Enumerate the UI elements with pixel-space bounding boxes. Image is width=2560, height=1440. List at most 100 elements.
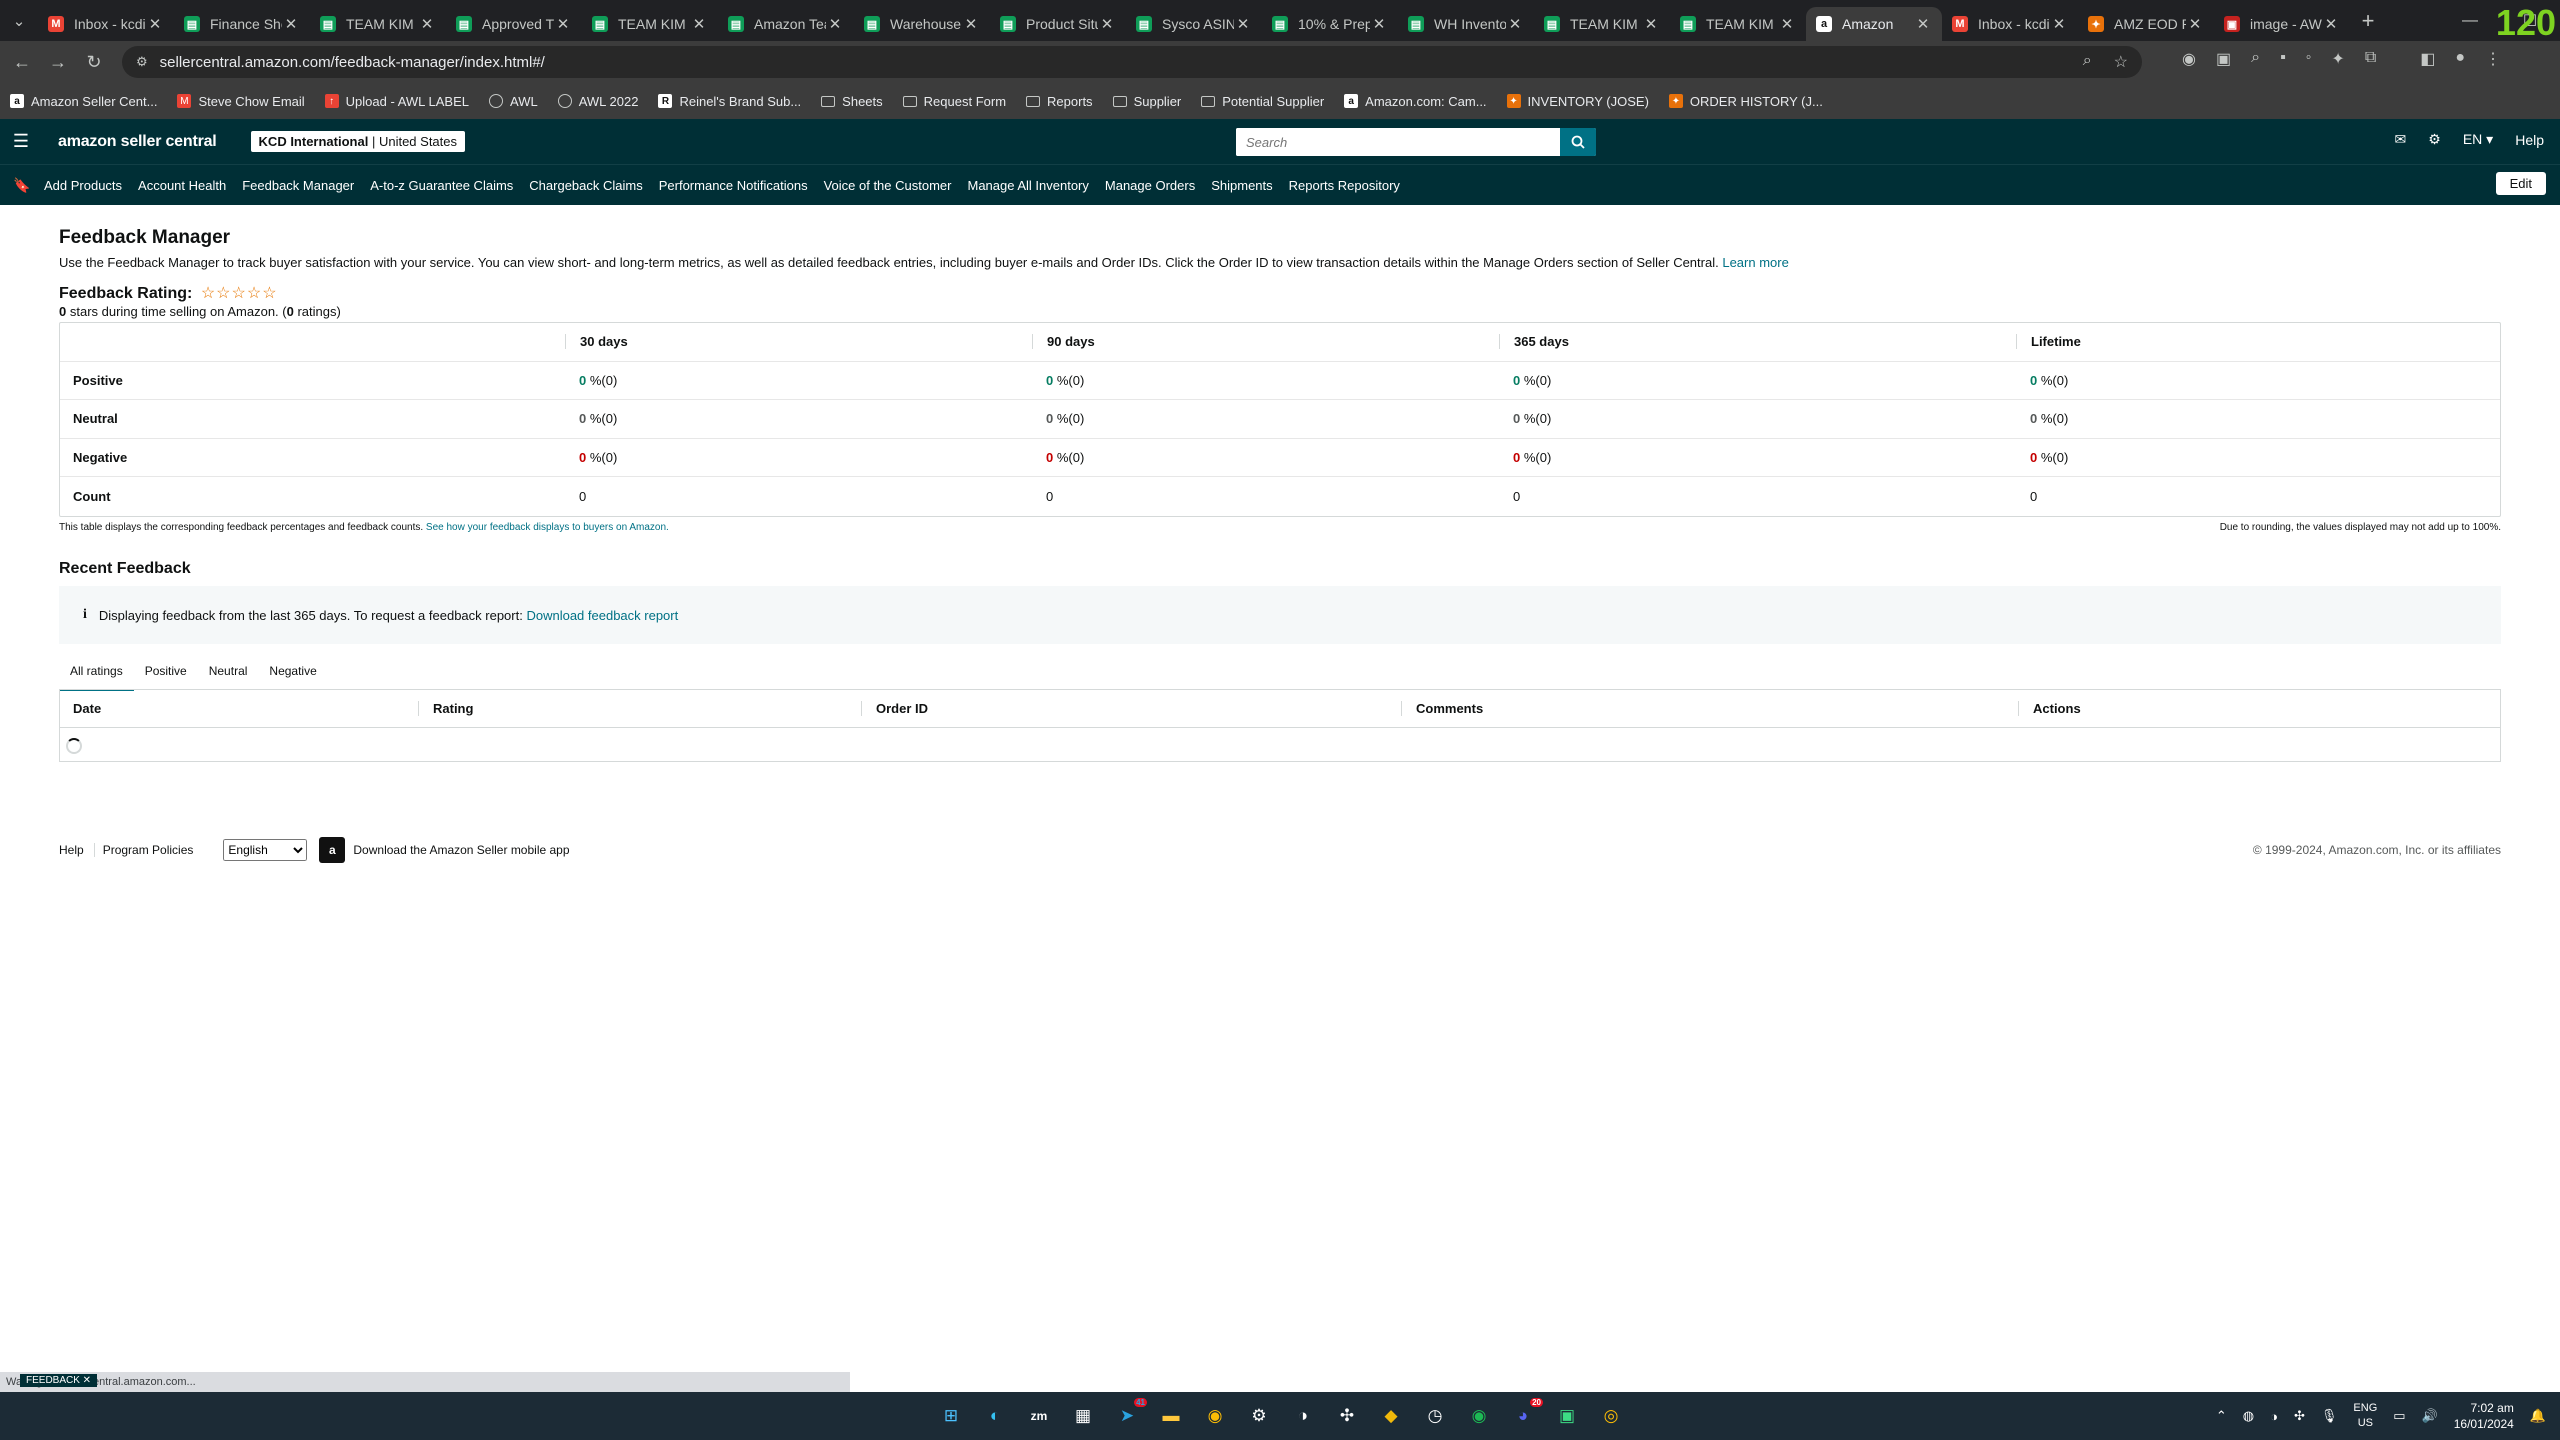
bookmark-item[interactable]: ✦ INVENTORY (JOSE) bbox=[1506, 94, 1649, 109]
close-tab-icon[interactable]: ✕ bbox=[1778, 15, 1796, 33]
browser-tab[interactable]: ▣ image - AW ✕ bbox=[2214, 7, 2350, 41]
bookmark-star-icon[interactable]: ☆ bbox=[2114, 52, 2128, 72]
nav-item[interactable]: Add Products bbox=[44, 178, 122, 193]
bookmark-item[interactable]: Request Form bbox=[902, 94, 1006, 109]
nav-item[interactable]: Account Health bbox=[138, 178, 226, 193]
chrome-icon[interactable]: ◉ bbox=[1199, 1400, 1231, 1432]
bookmark-item[interactable]: a Amazon.com: Cam... bbox=[1344, 94, 1487, 109]
app-icon[interactable]: ◑ bbox=[1287, 1400, 1319, 1432]
bookmark-item[interactable]: a Amazon Seller Cent... bbox=[10, 94, 157, 109]
footer-help-link[interactable]: Help bbox=[59, 843, 95, 857]
nav-item[interactable]: Chargeback Claims bbox=[529, 178, 642, 193]
close-tab-icon[interactable]: ✕ bbox=[146, 15, 164, 33]
bookmark-item[interactable]: R Reinel's Brand Sub... bbox=[658, 94, 801, 109]
browser-tab[interactable]: M Inbox - kcdi ✕ bbox=[1942, 7, 2078, 41]
language-selector[interactable]: EN ▾ bbox=[2463, 131, 2493, 148]
back-icon[interactable]: ← bbox=[4, 52, 40, 73]
tray-network-icon[interactable]: ✣ bbox=[2294, 1408, 2305, 1424]
close-tab-icon[interactable]: ✕ bbox=[2322, 15, 2340, 33]
tray-chevron-icon[interactable]: ⌃ bbox=[2216, 1408, 2227, 1424]
zoom-app-icon[interactable]: zm bbox=[1023, 1400, 1055, 1432]
browser-tab[interactable]: ▤ Sysco ASIN ✕ bbox=[1126, 7, 1262, 41]
bookmark-item[interactable]: Potential Supplier bbox=[1201, 94, 1324, 109]
profile-icon[interactable]: ● bbox=[2455, 49, 2465, 69]
chrome-extension-icon[interactable]: ◉ bbox=[2182, 49, 2196, 69]
kebab-menu-icon[interactable]: ⋮ bbox=[2485, 49, 2501, 69]
close-tab-icon[interactable]: ✕ bbox=[1234, 15, 1252, 33]
nav-item[interactable]: Shipments bbox=[1211, 178, 1272, 193]
browser-tab[interactable]: ▤ Finance She ✕ bbox=[174, 7, 310, 41]
close-tab-icon[interactable]: ✕ bbox=[554, 15, 572, 33]
search-extension-icon[interactable]: ⌕ bbox=[2251, 49, 2260, 69]
close-tab-icon[interactable]: ✕ bbox=[1098, 15, 1116, 33]
bookmark-item[interactable]: Supplier bbox=[1112, 94, 1181, 109]
steam-tray-icon[interactable]: ◍ bbox=[2243, 1408, 2254, 1424]
file-explorer-icon[interactable]: ▬ bbox=[1155, 1400, 1187, 1432]
browser-tab[interactable]: ✦ AMZ EOD R ✕ bbox=[2078, 7, 2214, 41]
filter-tab[interactable]: Negative bbox=[258, 661, 327, 691]
display-icon[interactable]: ▭ bbox=[2393, 1408, 2405, 1424]
steam-icon[interactable]: ⚙ bbox=[1243, 1400, 1275, 1432]
browser-tab[interactable]: ▤ 10% & Prep ✕ bbox=[1262, 7, 1398, 41]
download-report-link[interactable]: Download feedback report bbox=[526, 608, 678, 623]
browser-tab[interactable]: ▤ Approved Ti ✕ bbox=[446, 7, 582, 41]
filter-tab[interactable]: All ratings bbox=[59, 661, 134, 691]
nav-item[interactable]: Performance Notifications bbox=[659, 178, 808, 193]
close-tab-icon[interactable]: ✕ bbox=[962, 15, 980, 33]
minimize-icon[interactable]: — bbox=[2440, 12, 2500, 30]
browser-tab[interactable]: ▤ Amazon Tea ✕ bbox=[718, 7, 854, 41]
notification-bell-icon[interactable]: 🔔 bbox=[2530, 1408, 2546, 1424]
bookmark-item[interactable]: AWL bbox=[489, 94, 538, 109]
bookmark-item[interactable]: ✦ ORDER HISTORY (J... bbox=[1668, 94, 1823, 109]
binance-icon[interactable]: ◆ bbox=[1375, 1400, 1407, 1432]
filter-tab[interactable]: Neutral bbox=[198, 661, 259, 691]
input-language[interactable]: ENG US bbox=[2353, 1401, 2377, 1431]
close-tab-icon[interactable]: ✕ bbox=[418, 15, 436, 33]
help-link[interactable]: Help bbox=[2515, 132, 2544, 148]
bookmark-item[interactable]: AWL 2022 bbox=[557, 94, 638, 109]
nav-item[interactable]: A-to-z Guarantee Claims bbox=[370, 178, 513, 193]
edit-nav-button[interactable]: Edit bbox=[2495, 172, 2546, 195]
bookmark-item[interactable]: M Steve Chow Email bbox=[177, 94, 305, 109]
bookmark-item[interactable]: Sheets bbox=[821, 94, 883, 109]
clock-app-icon[interactable]: ◷ bbox=[1419, 1400, 1451, 1432]
bookmark-icon[interactable]: 🔖 bbox=[0, 177, 44, 194]
extension-icon[interactable]: ✦ bbox=[2331, 49, 2344, 69]
browser-tab[interactable]: a Amazon ✕ bbox=[1806, 7, 1942, 41]
url-text[interactable]: sellercentral.amazon.com/feedback-manage… bbox=[160, 54, 545, 71]
close-tab-icon[interactable]: ✕ bbox=[2186, 15, 2204, 33]
clock[interactable]: 7:02 am 16/01/2024 bbox=[2454, 1400, 2514, 1432]
search-button[interactable] bbox=[1560, 128, 1596, 156]
browser-tab[interactable]: ▤ TEAM KIM I ✕ bbox=[1670, 7, 1806, 41]
close-tab-icon[interactable]: ✕ bbox=[1370, 15, 1388, 33]
zoom-icon[interactable]: ⌕ bbox=[2083, 52, 2092, 72]
terminal-icon[interactable]: ▣ bbox=[1551, 1400, 1583, 1432]
network-app-icon[interactable]: ✣ bbox=[1331, 1400, 1363, 1432]
mail-icon[interactable]: ✉ bbox=[2395, 131, 2407, 148]
extension-icon[interactable]: ◦ bbox=[2306, 49, 2312, 69]
browser-tab[interactable]: ▤ Warehouse ✕ bbox=[854, 7, 990, 41]
sidepanel-icon[interactable]: ◧ bbox=[2420, 49, 2435, 69]
forward-icon[interactable]: → bbox=[40, 52, 76, 73]
close-tab-icon[interactable]: ✕ bbox=[1914, 15, 1932, 33]
browser-tab[interactable]: ▤ WH Invento ✕ bbox=[1398, 7, 1534, 41]
mic-icon[interactable]: 🎙 bbox=[2321, 1408, 2338, 1424]
browser-tab[interactable]: M Inbox - kcdi ✕ bbox=[38, 7, 174, 41]
browser-tab[interactable]: ▤ TEAM KIM S✕ bbox=[582, 7, 718, 41]
bookmark-item[interactable]: ↑ Upload - AWL LABEL bbox=[324, 94, 469, 109]
nav-item[interactable]: Manage All Inventory bbox=[967, 178, 1088, 193]
close-tab-icon[interactable]: ✕ bbox=[690, 15, 708, 33]
nav-item[interactable]: Manage Orders bbox=[1105, 178, 1195, 193]
tab-search-icon[interactable]: ⌄ bbox=[0, 0, 38, 41]
spotify-icon[interactable]: ◉ bbox=[1463, 1400, 1495, 1432]
nav-item[interactable]: Reports Repository bbox=[1289, 178, 1400, 193]
volume-icon[interactable]: 🔊 bbox=[2422, 1408, 2438, 1424]
edge-icon[interactable]: ◐ bbox=[979, 1400, 1011, 1432]
calculator-icon[interactable]: ▦ bbox=[1067, 1400, 1099, 1432]
telegram-icon[interactable]: ➤ 41 bbox=[1111, 1398, 1147, 1432]
learn-more-link[interactable]: Learn more bbox=[1722, 255, 1788, 270]
windows-start-icon[interactable]: ⊞ bbox=[935, 1400, 967, 1432]
filter-tab[interactable]: Positive bbox=[134, 661, 198, 691]
close-tab-icon[interactable]: ✕ bbox=[2050, 15, 2068, 33]
reload-icon[interactable]: ↻ bbox=[76, 52, 112, 73]
